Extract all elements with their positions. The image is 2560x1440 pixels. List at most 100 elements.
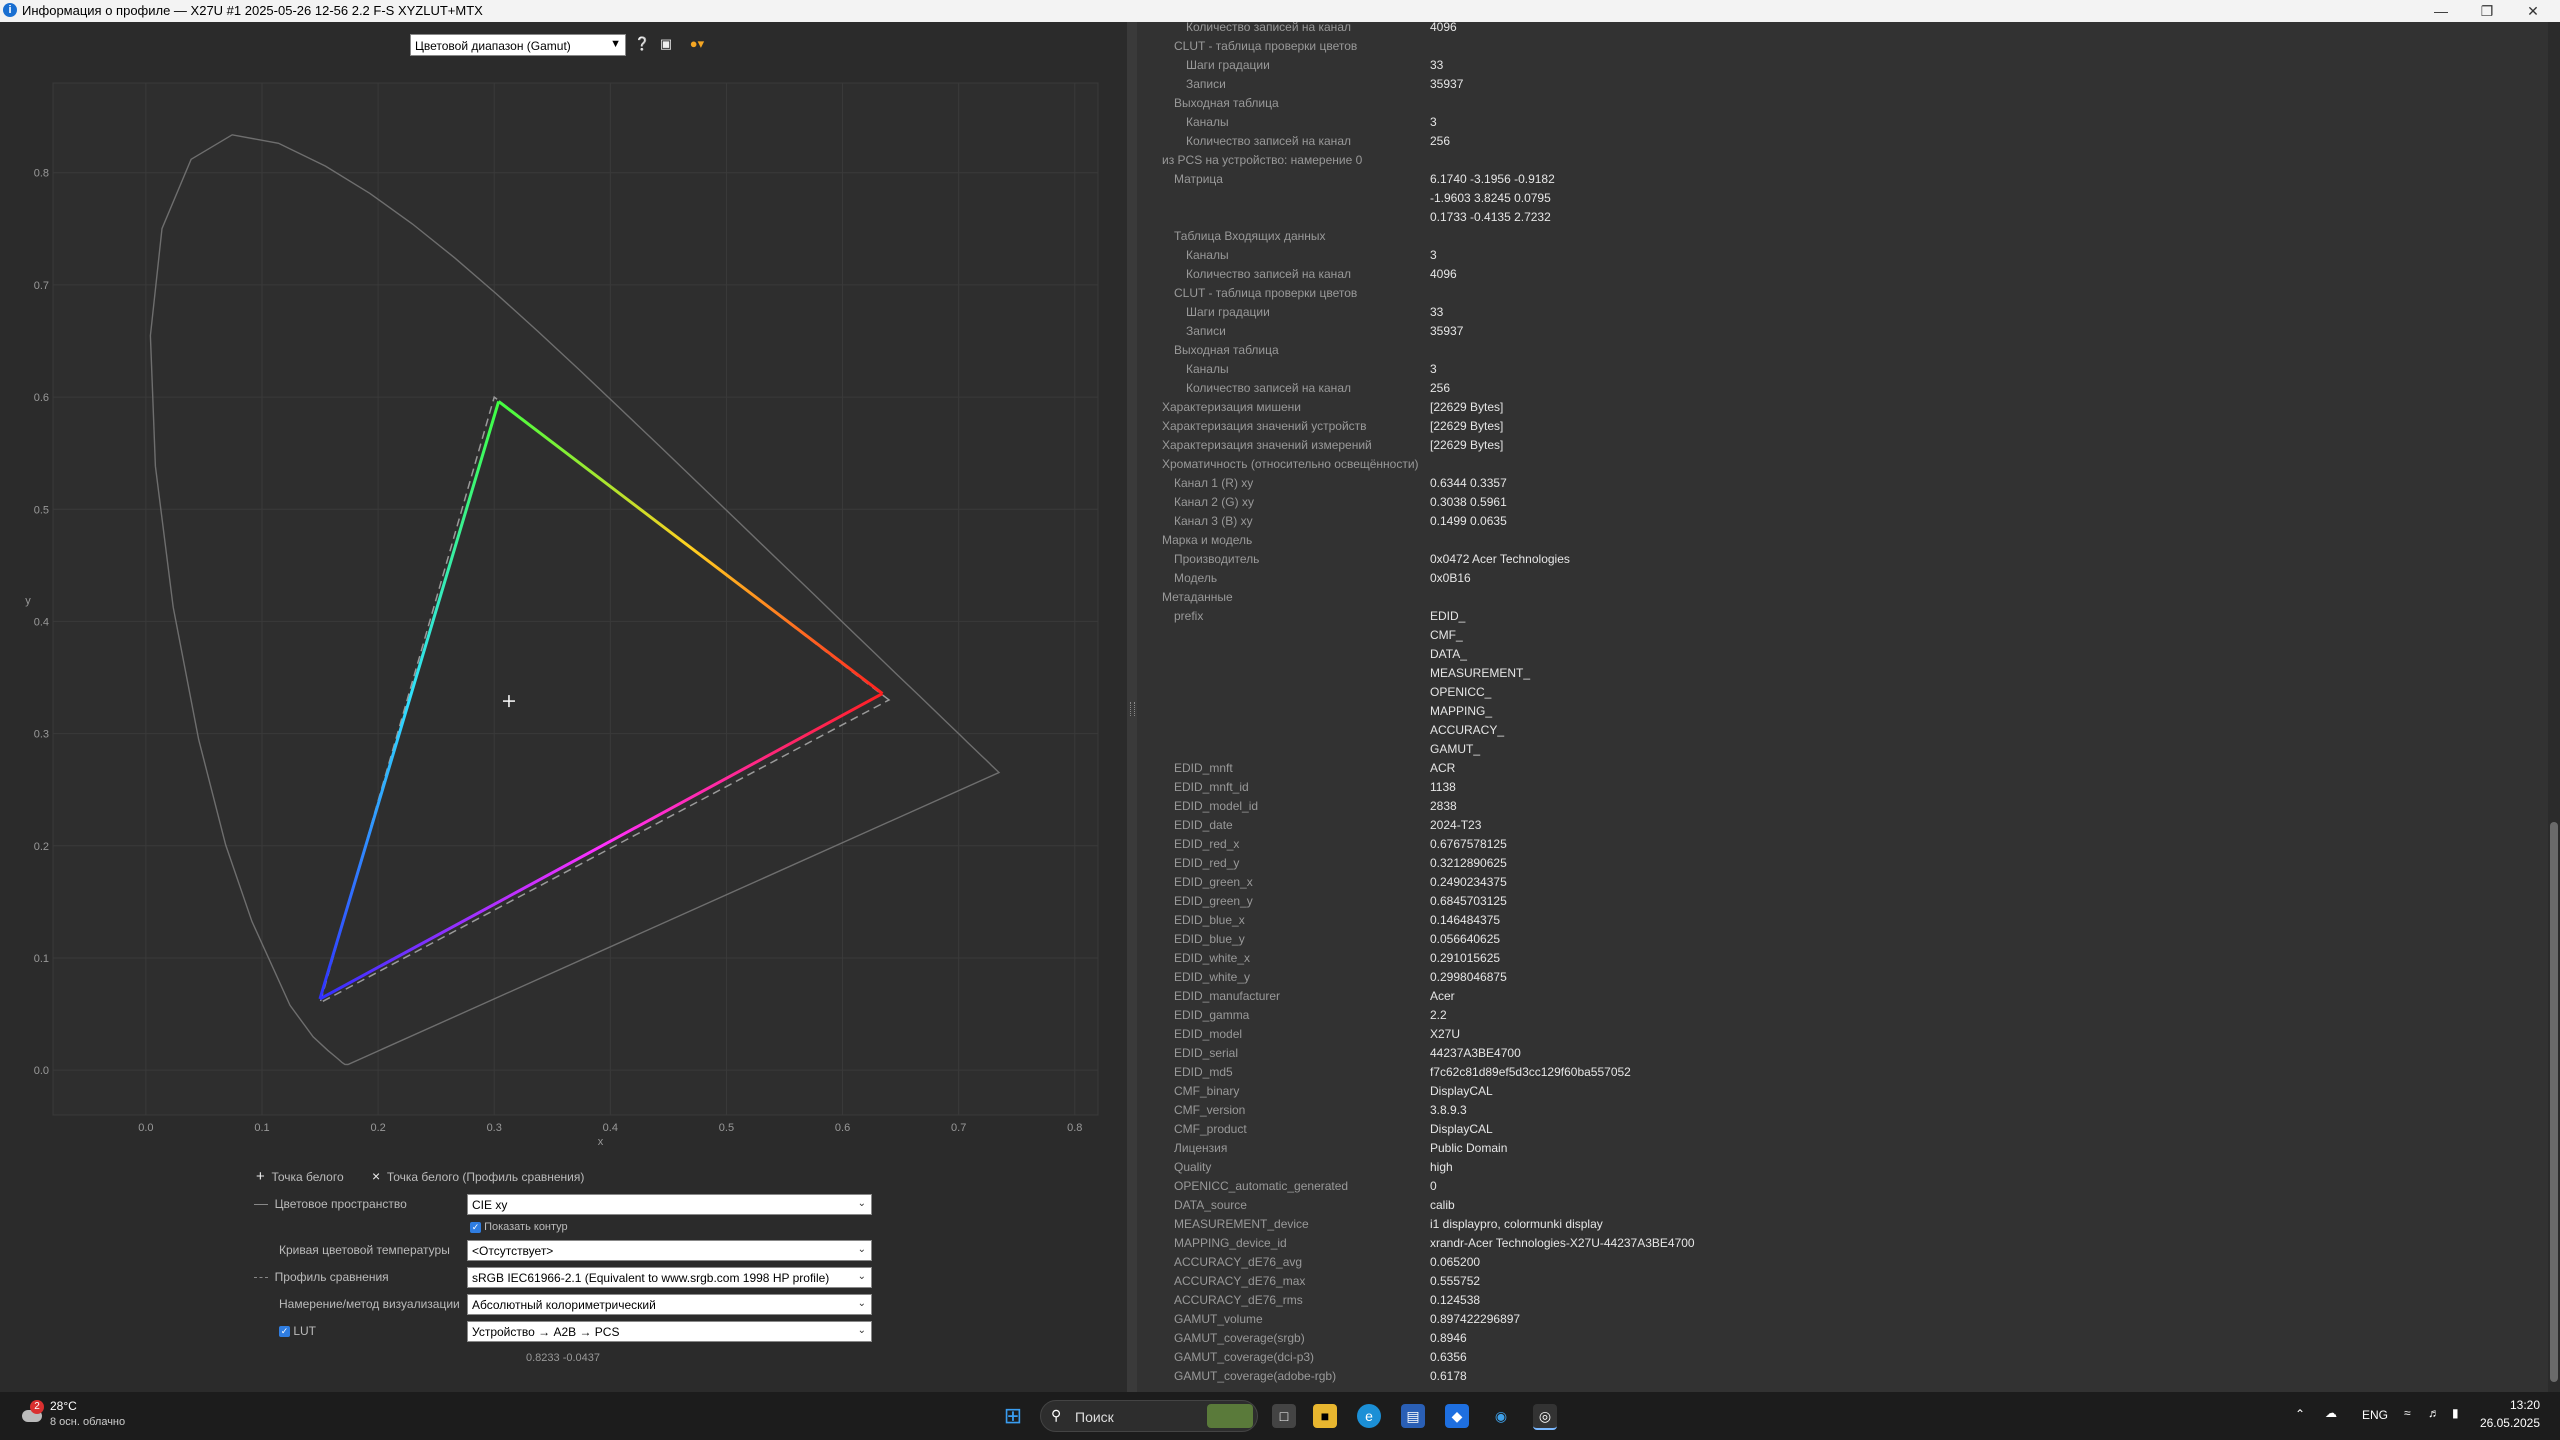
detail-row[interactable]: Шаги градации 33 (1137, 55, 2548, 74)
detail-row[interactable]: Записи 35937 (1137, 321, 2548, 340)
detail-row[interactable]: ACCURACY_ (1137, 720, 2548, 739)
detail-row[interactable]: EDID_date 2024-T23 (1137, 815, 2548, 834)
detail-row[interactable]: CMF_ (1137, 625, 2548, 644)
detail-row[interactable]: Производитель 0x0472 Acer Technologies (1137, 549, 2548, 568)
clock-date[interactable]: 26.05.2025 (2476, 1416, 2540, 1430)
detail-row[interactable]: EDID_mnft_id 1138 (1137, 777, 2548, 796)
detail-row[interactable]: Канал 3 (B) xy 0.1499 0.0635 (1137, 511, 2548, 530)
detail-row[interactable]: CMF_product DisplayCAL (1137, 1119, 2548, 1138)
weather-desc[interactable]: 8 осн. облачно (50, 1416, 125, 1428)
start-icon[interactable]: ⊞ (1001, 1404, 1025, 1428)
detail-row[interactable]: EDID_gamma 2.2 (1137, 1005, 2548, 1024)
detail-row[interactable]: EDID_manufacturer Acer (1137, 986, 2548, 1005)
pane-splitter[interactable] (1127, 22, 1137, 1392)
detail-row[interactable]: CLUT - таблица проверки цветов (1137, 36, 2548, 55)
dropbox-icon[interactable]: ◆ (1445, 1404, 1469, 1428)
detail-row[interactable]: CMF_binary DisplayCAL (1137, 1081, 2548, 1100)
show-outline-checkbox[interactable]: ✓ Показать контур (470, 1221, 568, 1233)
detail-row[interactable]: Лицензия Public Domain (1137, 1138, 2548, 1157)
detail-row[interactable]: CLUT - таблица проверки цветов (1137, 283, 2548, 302)
detail-row[interactable]: Количество записей на канал 256 (1137, 378, 2548, 397)
lut-checkbox[interactable]: ✓ LUT (279, 1324, 316, 1338)
detail-row[interactable]: EDID_blue_y 0.056640625 (1137, 929, 2548, 948)
detail-row[interactable]: -1.9603 3.8245 0.0795 (1137, 188, 2548, 207)
detail-row[interactable]: MAPPING_ (1137, 701, 2548, 720)
volume-icon[interactable]: ♬ (2428, 1406, 2440, 1420)
detail-row[interactable]: EDID_green_x 0.2490234375 (1137, 872, 2548, 891)
detail-row[interactable]: OPENICC_automatic_generated 0 (1137, 1176, 2548, 1195)
checkbox-checked-icon[interactable]: ✓ (279, 1326, 290, 1338)
detail-row[interactable]: Модель 0x0B16 (1137, 568, 2548, 587)
detail-row[interactable]: DATA_ (1137, 644, 2548, 663)
displaycal-icon[interactable]: ◎ (1533, 1404, 1557, 1430)
checkbox-checked-icon[interactable]: ✓ (470, 1221, 481, 1233)
cloud-sync-icon[interactable]: ☁ (2325, 1406, 2337, 1420)
detail-row[interactable]: EDID_red_y 0.3212890625 (1137, 853, 2548, 872)
detail-row[interactable]: EDID_model X27U (1137, 1024, 2548, 1043)
store-icon[interactable]: ▤ (1401, 1404, 1425, 1428)
detail-row[interactable]: OPENICC_ (1137, 682, 2548, 701)
profile-details-list[interactable]: Количество записей на канал 4096 CLUT - та… (1137, 22, 2548, 1392)
detail-row[interactable]: из PCS на устройство: намерение 0 (1137, 150, 2548, 169)
detail-row[interactable]: ACCURACY_dE76_rms 0.124538 (1137, 1290, 2548, 1309)
detail-row[interactable]: Выходная таблица (1137, 93, 2548, 112)
cct-select[interactable]: <Отсутствует> ⌄ (467, 1240, 872, 1261)
detail-row[interactable]: EDID_red_x 0.6767578125 (1137, 834, 2548, 853)
detail-row[interactable]: CMF_version 3.8.9.3 (1137, 1100, 2548, 1119)
detail-row[interactable]: Выходная таблица (1137, 340, 2548, 359)
edge-browser-icon[interactable]: e (1357, 1404, 1381, 1428)
detail-row[interactable]: GAMUT_coverage(srgb) 0.8946 (1137, 1328, 2548, 1347)
chevron-up-icon[interactable]: ⌃ (2295, 1407, 2305, 1421)
colorspace-select[interactable]: CIE xy ⌄ (467, 1194, 872, 1215)
battery-icon[interactable]: ▮ (2452, 1406, 2459, 1420)
detail-row[interactable]: Канал 2 (G) xy 0.3038 0.5961 (1137, 492, 2548, 511)
detail-row[interactable]: EDID_mnft ACR (1137, 758, 2548, 777)
detail-row[interactable]: Каналы 3 (1137, 112, 2548, 131)
language-indicator[interactable]: ENG (2362, 1408, 2388, 1422)
file-explorer-icon[interactable]: ■ (1313, 1404, 1337, 1428)
detail-row[interactable]: Характеризация значений устройств [22629 … (1137, 416, 2548, 435)
detail-row[interactable]: GAMUT_ (1137, 739, 2548, 758)
detail-row[interactable]: GAMUT_volume 0.897422296897 (1137, 1309, 2548, 1328)
detail-row[interactable]: MEASUREMENT_ (1137, 663, 2548, 682)
detail-row[interactable]: Каналы 3 (1137, 245, 2548, 264)
detail-row[interactable]: GAMUT_coverage(dci-p3) 0.6356 (1137, 1347, 2548, 1366)
compare-profile-select[interactable]: sRGB IEC61966-2.1 (Equivalent to www.srg… (467, 1267, 872, 1288)
detail-row[interactable]: Записи 35937 (1137, 74, 2548, 93)
detail-row[interactable]: EDID_white_y 0.2998046875 (1137, 967, 2548, 986)
options-menu-icon[interactable]: ●▾ (684, 36, 710, 52)
detail-row[interactable]: EDID_model_id 2838 (1137, 796, 2548, 815)
task-view-icon[interactable]: □ (1272, 1404, 1296, 1428)
detail-row[interactable]: Количество записей на канал 4096 (1137, 264, 2548, 283)
detail-row[interactable]: Quality high (1137, 1157, 2548, 1176)
view-select[interactable]: Цветовой диапазон (Gamut) ▼ (410, 34, 626, 56)
wifi-icon[interactable]: ≈ (2404, 1406, 2411, 1420)
detail-row[interactable]: Количество записей на канал 256 (1137, 131, 2548, 150)
detail-row[interactable]: Шаги градации 33 (1137, 302, 2548, 321)
detail-row[interactable]: Характеризация значений измерений [22629 … (1137, 435, 2548, 454)
detail-row[interactable]: MAPPING_device_id xrandr-Acer Technologie… (1137, 1233, 2548, 1252)
weather-widget[interactable]: 2 (18, 1400, 44, 1428)
detail-row[interactable]: ACCURACY_dE76_avg 0.065200 (1137, 1252, 2548, 1271)
detail-row[interactable]: Марка и модель (1137, 530, 2548, 549)
detail-row[interactable]: Метаданные (1137, 587, 2548, 606)
maximize-button[interactable]: ❐ (2464, 0, 2510, 22)
detail-row[interactable]: Таблица Входящих данных (1137, 226, 2548, 245)
app-icon[interactable]: ◉ (1489, 1404, 1513, 1428)
detail-row[interactable]: 0.1733 -0.4135 2.7232 (1137, 207, 2548, 226)
minimize-button[interactable]: — (2418, 0, 2464, 22)
lut-select[interactable]: Устройство → A2B → PCS ⌄ (467, 1321, 872, 1342)
close-button[interactable]: ✕ (2510, 0, 2556, 22)
weather-temp[interactable]: 28°C (50, 1399, 77, 1413)
search-box[interactable]: ⚲ Поиск (1040, 1400, 1258, 1432)
detail-row[interactable]: Каналы 3 (1137, 359, 2548, 378)
vertical-scrollbar[interactable] (2548, 22, 2560, 1392)
detail-row[interactable]: GAMUT_coverage(adobe-rgb) 0.6178 (1137, 1366, 2548, 1385)
intent-select[interactable]: Абсолютный колориметрический ⌄ (467, 1294, 872, 1315)
detail-row[interactable]: EDID_white_x 0.291015625 (1137, 948, 2548, 967)
detail-row[interactable]: MEASUREMENT_device i1 displaypro, colormu… (1137, 1214, 2548, 1233)
detail-row[interactable]: Количество записей на канал 4096 (1137, 22, 2548, 36)
save-image-icon[interactable]: ▣ (658, 36, 674, 52)
clock-time[interactable]: 13:20 (2486, 1398, 2540, 1412)
detail-row[interactable]: Канал 1 (R) xy 0.6344 0.3357 (1137, 473, 2548, 492)
